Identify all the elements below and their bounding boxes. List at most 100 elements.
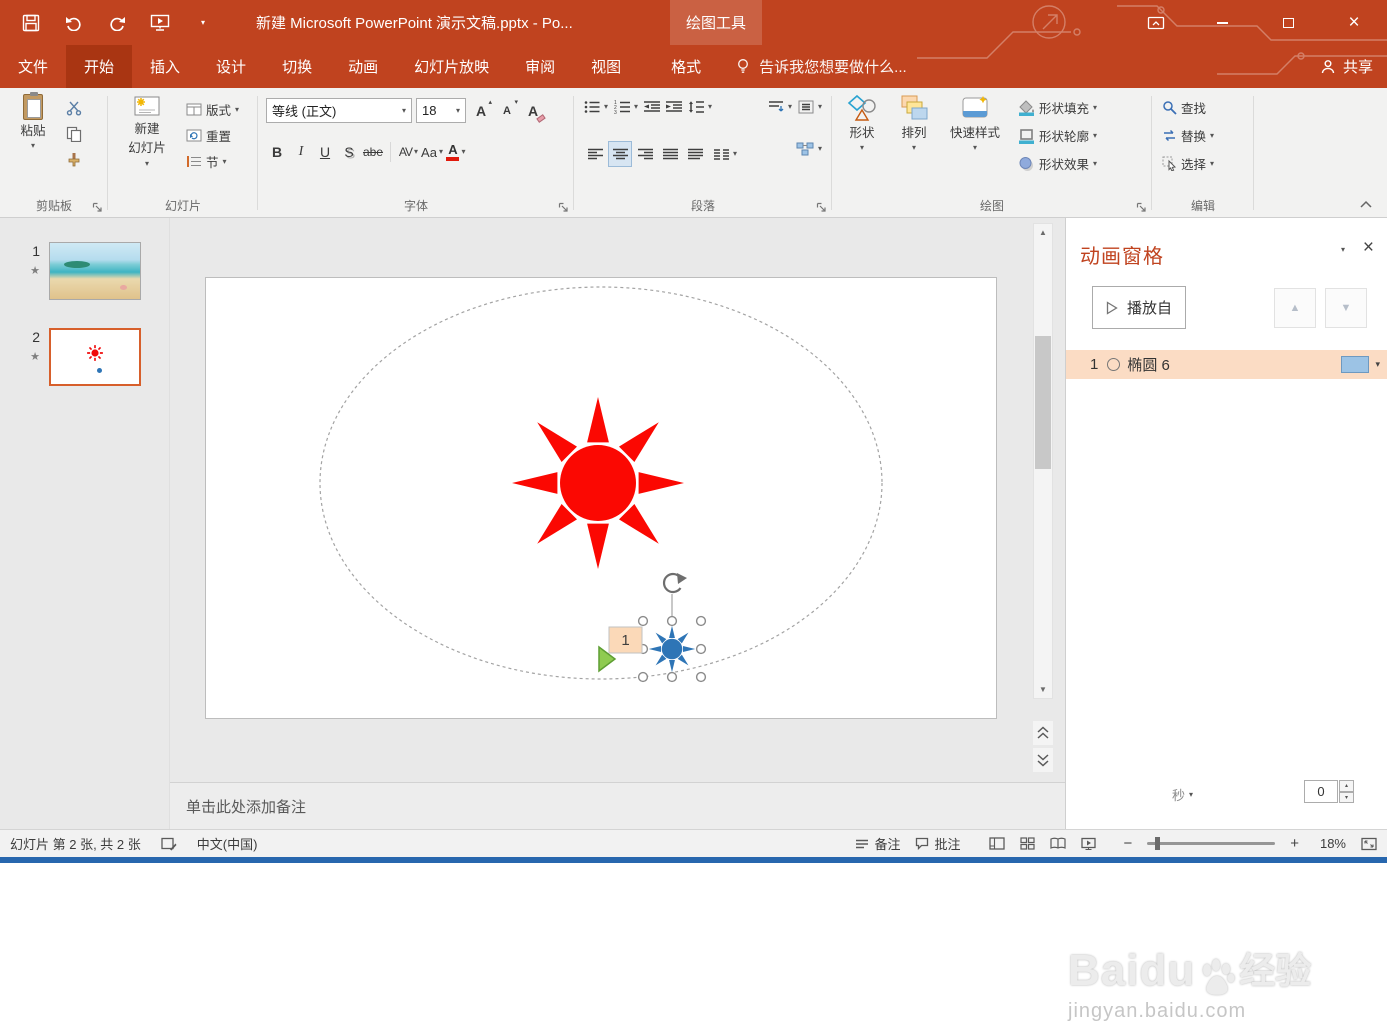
scrollbar-thumb[interactable] (1035, 336, 1051, 469)
select-button[interactable]: 选择 (1162, 154, 1214, 173)
shape-effects-button[interactable]: 形状效果 (1018, 154, 1097, 173)
align-center-button[interactable] (608, 141, 632, 167)
copy-button[interactable] (66, 126, 82, 142)
find-button[interactable]: 查找 (1162, 98, 1206, 117)
notes-area[interactable]: 单击此处添加备注 (170, 782, 1065, 829)
qat-customize-button[interactable] (192, 10, 214, 36)
animation-item-dropdown[interactable] (1375, 360, 1380, 369)
bold-button[interactable]: B (266, 140, 288, 164)
clipboard-dialog-launcher[interactable] (92, 202, 103, 213)
zoom-out-button[interactable] (1123, 835, 1132, 852)
scroll-down-arrow[interactable] (1034, 681, 1052, 698)
fit-to-window-button[interactable] (1361, 837, 1377, 851)
close-button[interactable] (1321, 0, 1387, 45)
tab-insert[interactable]: 插入 (132, 45, 198, 88)
format-painter-button[interactable] (66, 152, 82, 168)
align-left-button[interactable] (584, 142, 606, 166)
italic-button[interactable]: I (290, 140, 312, 164)
numbering-button[interactable]: 123 (614, 100, 638, 114)
spinner-down-button[interactable] (1339, 791, 1354, 803)
tab-design[interactable]: 设计 (198, 45, 264, 88)
timeline-bar[interactable] (1341, 356, 1370, 373)
notes-toggle-button[interactable]: 备注 (855, 834, 900, 853)
strikethrough-button[interactable]: abe (362, 140, 384, 164)
grow-font-button[interactable]: A ▴ (470, 99, 492, 123)
tab-animations[interactable]: 动画 (330, 45, 396, 88)
undo-button[interactable] (63, 10, 85, 36)
shapes-button[interactable]: 形状 (838, 94, 886, 152)
save-button[interactable] (20, 10, 42, 36)
tab-transitions[interactable]: 切换 (264, 45, 330, 88)
comments-toggle-button[interactable]: 批注 (915, 834, 960, 853)
font-name-combobox[interactable]: 等线 (正文) (266, 98, 412, 123)
tab-review[interactable]: 审阅 (507, 45, 573, 88)
arrange-button[interactable]: 排列 (890, 94, 938, 152)
tab-home[interactable]: 开始 (66, 45, 133, 88)
tab-format[interactable]: 格式 (653, 45, 719, 88)
normal-view-button[interactable] (989, 837, 1006, 850)
character-spacing-button[interactable]: AV (397, 140, 419, 164)
tab-slideshow[interactable]: 幻灯片放映 (396, 45, 507, 88)
slideshow-view-button[interactable] (1081, 837, 1097, 850)
distribute-button[interactable] (684, 142, 706, 166)
selected-shape[interactable] (648, 625, 696, 673)
slide-1-thumbnail[interactable] (49, 242, 141, 300)
move-earlier-button[interactable] (1274, 288, 1316, 328)
scrollbar-track[interactable] (1034, 241, 1052, 681)
increase-indent-button[interactable] (666, 100, 683, 114)
decrease-indent-button[interactable] (644, 100, 661, 114)
reading-view-button[interactable] (1050, 837, 1067, 850)
collapse-ribbon-button[interactable] (1359, 200, 1373, 209)
font-dialog-launcher[interactable] (558, 202, 569, 213)
move-later-button[interactable] (1325, 288, 1367, 328)
sun-shape[interactable] (512, 397, 684, 569)
justify-button[interactable] (659, 142, 681, 166)
spinner-up-button[interactable] (1339, 780, 1354, 792)
slide-canvas-container[interactable]: 1 (205, 277, 997, 719)
zoom-level[interactable]: 18% (1314, 836, 1346, 851)
shape-outline-button[interactable]: 形状轮廓 (1018, 126, 1097, 145)
zoom-slider-thumb[interactable] (1155, 837, 1161, 850)
ribbon-display-options-button[interactable] (1123, 0, 1189, 45)
language-status[interactable]: 中文(中国) (197, 834, 258, 853)
redo-button[interactable] (106, 10, 128, 36)
shape-fill-button[interactable]: 形状填充 (1018, 98, 1097, 117)
align-text-button[interactable] (798, 100, 822, 114)
replace-button[interactable]: 替换 (1162, 126, 1214, 145)
tab-file[interactable]: 文件 (0, 45, 66, 88)
start-slideshow-button[interactable] (149, 10, 171, 36)
align-right-button[interactable] (634, 142, 656, 166)
zoom-in-button[interactable] (1290, 835, 1299, 852)
bullets-button[interactable] (584, 100, 608, 114)
zoom-slider[interactable] (1147, 837, 1276, 850)
font-color-button[interactable]: A (445, 140, 467, 164)
display-settings-button[interactable] (161, 837, 177, 851)
line-spacing-button[interactable] (688, 100, 712, 114)
change-case-button[interactable]: Aa (421, 140, 443, 164)
thumbnail-item-2[interactable]: 2 (14, 328, 141, 386)
slide-2-thumbnail[interactable] (49, 328, 141, 386)
quick-styles-button[interactable]: 快速样式 (942, 94, 1008, 152)
animation-pane-close-button[interactable] (1363, 238, 1374, 257)
next-slide-button[interactable] (1033, 748, 1053, 772)
play-from-button[interactable]: 播放自 (1092, 286, 1187, 329)
section-button[interactable]: 节 (186, 152, 227, 171)
layout-button[interactable]: 版式 (186, 100, 239, 119)
paragraph-dialog-launcher[interactable] (816, 202, 827, 213)
previous-slide-button[interactable] (1033, 721, 1053, 745)
animation-list-item[interactable]: 1 椭圆 6 (1066, 350, 1387, 379)
slide-sorter-view-button[interactable] (1020, 837, 1036, 850)
clear-formatting-button[interactable]: A (522, 99, 546, 123)
tell-me-box[interactable]: 告诉我您想要做什么... (735, 45, 907, 88)
drawing-dialog-launcher[interactable] (1136, 202, 1147, 213)
cut-button[interactable] (66, 100, 82, 116)
text-shadow-button[interactable]: S (338, 140, 360, 164)
seconds-zoom-control[interactable]: 秒 (1172, 785, 1193, 804)
vertical-scrollbar[interactable] (1033, 223, 1053, 699)
underline-button[interactable]: U (314, 140, 336, 164)
maximize-button[interactable] (1255, 0, 1321, 45)
paste-button[interactable]: 粘贴 (8, 92, 58, 150)
share-button[interactable]: 共享 (1320, 45, 1373, 88)
animation-pane-menu-button[interactable] (1341, 246, 1345, 254)
columns-button[interactable] (714, 148, 737, 161)
